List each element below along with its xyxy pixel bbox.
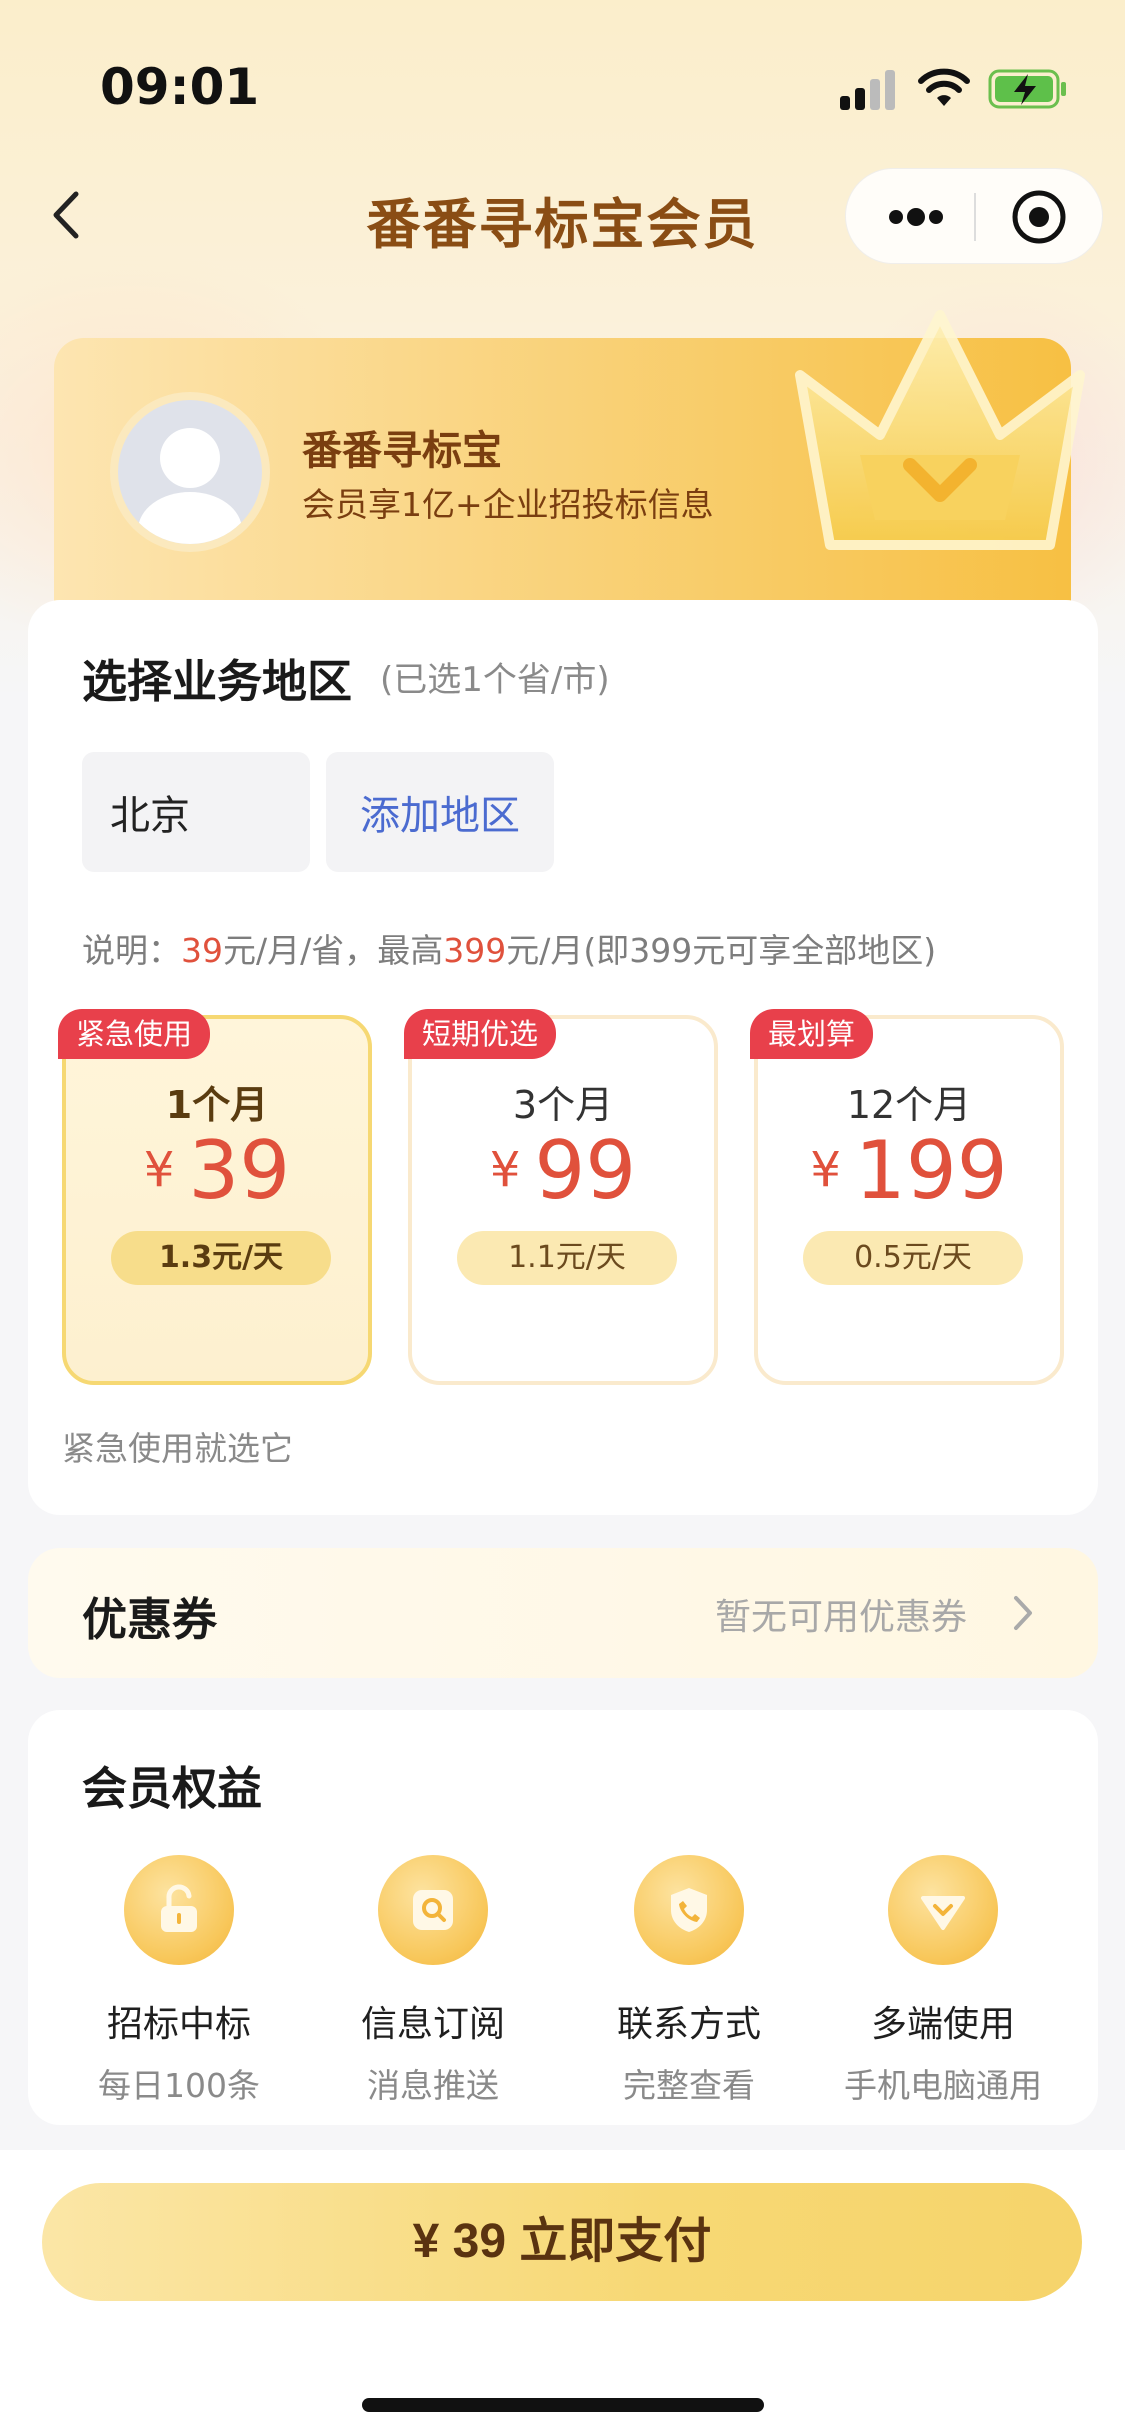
plan-tag: 最划算 [750,1009,874,1059]
region-chip-beijing[interactable]: 北京 [82,752,310,872]
benefit-item: 联系方式 完整查看 [564,1855,814,2107]
benefit-subtitle: 完整查看 [623,2066,755,2105]
benefit-title: 联系方式 [616,2004,761,2045]
member-subtitle: 会员享1亿+企业招投标信息 [302,485,714,524]
benefit-subtitle: 每日100条 [98,2066,260,2105]
pricing-description: 说明：39元/月/省，最高399元/月(即399元可享全部地区) [82,931,937,970]
more-icon[interactable] [886,199,946,235]
avatar [110,392,270,552]
add-region-button[interactable]: 添加地区 [326,752,554,872]
chevron-right-icon [1014,1596,1032,1630]
phone-icon [634,1855,744,1965]
coupon-value: 暂无可用优惠券 [715,1597,968,1638]
diamond-icon [888,1855,998,1965]
plan-period: 12个月 [846,1083,972,1127]
benefit-subtitle: 消息推送 [367,2066,499,2105]
plan-per-day: 0.5元/天 [803,1231,1023,1285]
crown-icon [795,310,1085,550]
plan-card-1-month[interactable]: 紧急使用 1个月 ¥39 1.3元/天 [58,1009,372,1385]
capsule-divider [974,193,976,241]
plan-card-3-month[interactable]: 短期优选 3个月 ¥99 1.1元/天 [404,1009,718,1385]
coupon-label: 优惠券 [82,1593,218,1646]
battery-charging-icon [988,69,1066,109]
plan-card-12-month[interactable]: 最划算 12个月 ¥199 0.5元/天 [750,1009,1064,1385]
plan-period: 3个月 [512,1083,614,1127]
pay-now-button[interactable]: ¥ 39 立即支付 [42,2183,1082,2301]
region-title: 选择业务地区 [82,655,353,708]
wifi-icon [918,68,970,106]
plan-price: ¥99 [489,1124,637,1217]
benefit-subtitle: 手机电脑通用 [844,2066,1042,2105]
member-name: 番番寻标宝 [302,428,502,474]
region-note: (已选1个省/市) [380,660,610,700]
plan-per-day: 1.3元/天 [111,1231,331,1285]
miniprogram-capsule [845,168,1103,264]
benefit-title: 多端使用 [870,2004,1015,2045]
plan-tag: 短期优选 [404,1009,557,1059]
home-indicator [362,2398,764,2412]
benefit-title: 招标中标 [106,2004,251,2045]
plan-per-day: 1.1元/天 [457,1231,677,1285]
benefit-item: 信息订阅 消息推送 [308,1855,558,2107]
signal-icon [840,70,896,110]
benefit-item: 多端使用 手机电脑通用 [818,1855,1068,2107]
close-miniprogram-icon[interactable] [1009,187,1069,247]
benefits-title: 会员权益 [82,1762,263,1815]
plan-tag: 紧急使用 [58,1009,211,1059]
status-time: 09:01 [100,58,260,116]
plan-period: 1个月 [165,1083,269,1127]
plan-price: ¥39 [143,1124,291,1217]
benefit-item: 招标中标 每日100条 [54,1855,304,2107]
unlock-icon [124,1855,234,1965]
benefit-title: 信息订阅 [360,2004,505,2045]
plan-price: ¥199 [810,1124,1008,1217]
plan-hint: 紧急使用就选它 [62,1429,293,1468]
search-icon [378,1855,488,1965]
